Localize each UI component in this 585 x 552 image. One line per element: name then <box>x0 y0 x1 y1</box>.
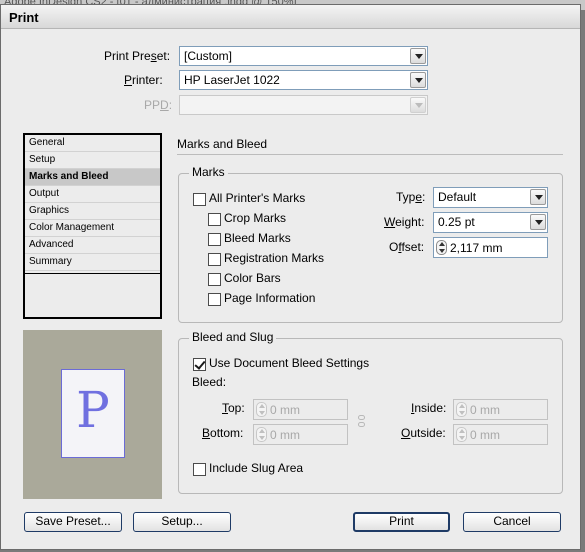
bleed-marks-label[interactable]: Bleed Marks <box>224 231 291 245</box>
registration-marks-checkbox[interactable] <box>208 253 221 266</box>
chevron-down-icon[interactable] <box>410 48 426 64</box>
category-item-color-management[interactable]: Color Management <box>25 220 160 237</box>
category-item-advanced[interactable]: Advanced <box>25 237 160 254</box>
mark-offset-value: 2,117 mm <box>450 241 503 255</box>
all-printers-marks-label[interactable]: All Printer's Marks <box>209 191 305 205</box>
include-slug-checkbox[interactable] <box>193 463 206 476</box>
bleed-outside-stepper <box>456 427 467 442</box>
all-printers-marks-checkbox[interactable] <box>193 193 206 206</box>
setup-button[interactable]: Setup... <box>133 512 231 532</box>
bleed-top-input: 0 mm <box>253 399 348 420</box>
bleed-inside-stepper <box>456 402 467 417</box>
offset-stepper[interactable] <box>436 240 447 255</box>
mark-type-dropdown[interactable]: Default <box>433 187 548 208</box>
bleed-inside-label: Inside: <box>411 401 447 415</box>
mark-weight-label: Weight: <box>384 215 425 229</box>
use-document-bleed-checkbox[interactable] <box>193 358 206 371</box>
bleed-bottom-input: 0 mm <box>253 424 348 445</box>
chevron-down-icon[interactable] <box>410 72 426 88</box>
preview-page: P <box>61 369 125 458</box>
bleed-top-label: Top: <box>222 401 245 415</box>
cancel-button[interactable]: Cancel <box>463 512 561 532</box>
category-list-divider <box>25 273 160 274</box>
section-divider <box>177 154 563 155</box>
color-bars-label[interactable]: Color Bars <box>224 271 281 285</box>
bleed-outside-label: Outside: <box>401 426 446 440</box>
page-information-checkbox[interactable] <box>208 293 221 306</box>
print-preset-label: Print Preset: <box>104 49 171 63</box>
category-list: General Setup Marks and Bleed Output Gra… <box>23 133 162 319</box>
color-bars-checkbox[interactable] <box>208 273 221 286</box>
chevron-down-icon[interactable] <box>530 189 546 205</box>
crop-marks-label[interactable]: Crop Marks <box>224 211 286 225</box>
bleed-outside-value: 0 mm <box>470 428 500 442</box>
page-preview: P <box>23 330 162 499</box>
registration-marks-label[interactable]: Registration Marks <box>224 251 324 265</box>
mark-weight-dropdown[interactable]: 0.25 pt <box>433 212 548 233</box>
bleed-top-value: 0 mm <box>270 403 300 417</box>
dialog-title: Print <box>9 10 39 25</box>
page-information-label[interactable]: Page Information <box>224 291 315 305</box>
printer-label: Printer: <box>124 73 163 87</box>
print-dialog: Print Print Preset: [Custom] Printer: HP… <box>0 4 581 550</box>
use-document-bleed-label[interactable]: Use Document Bleed Settings <box>209 356 369 370</box>
ppd-label: PPD: <box>144 98 173 112</box>
mark-offset-label: Offset: <box>389 240 425 254</box>
category-item-setup[interactable]: Setup <box>25 152 160 169</box>
bleed-bottom-label: Bottom: <box>202 426 244 440</box>
chain-link-icon <box>356 415 368 429</box>
section-title: Marks and Bleed <box>177 137 268 151</box>
dialog-titlebar[interactable]: Print <box>1 5 580 29</box>
bleed-marks-checkbox[interactable] <box>208 233 221 246</box>
include-slug-label[interactable]: Include Slug Area <box>209 461 303 475</box>
mark-weight-value: 0.25 pt <box>438 215 475 229</box>
ppd-dropdown <box>179 95 428 115</box>
save-preset-button[interactable]: Save Preset... <box>24 512 122 532</box>
printer-value: HP LaserJet 1022 <box>184 73 280 87</box>
crop-marks-checkbox[interactable] <box>208 213 221 226</box>
bleed-bottom-stepper <box>256 427 267 442</box>
print-button[interactable]: Print <box>353 512 450 532</box>
chevron-down-icon <box>410 97 426 113</box>
mark-type-value: Default <box>438 190 477 204</box>
mark-type-label: Type: <box>396 190 426 204</box>
print-preset-value: [Custom] <box>184 49 233 63</box>
bleed-outside-input: 0 mm <box>453 424 548 445</box>
bleed-slug-group-label: Bleed and Slug <box>189 330 277 344</box>
bleed-bottom-value: 0 mm <box>270 428 300 442</box>
preview-page-glyph: P <box>76 381 110 439</box>
print-preset-dropdown[interactable]: [Custom] <box>179 46 428 66</box>
category-item-marks-and-bleed[interactable]: Marks and Bleed <box>25 169 160 186</box>
mark-offset-input[interactable]: 2,117 mm <box>433 237 548 258</box>
chevron-down-icon[interactable] <box>530 214 546 230</box>
category-item-graphics[interactable]: Graphics <box>25 203 160 220</box>
bleed-top-stepper <box>256 402 267 417</box>
bleed-inside-input: 0 mm <box>453 399 548 420</box>
bleed-label: Bleed: <box>192 375 227 389</box>
category-item-output[interactable]: Output <box>25 186 160 203</box>
marks-group-label: Marks <box>189 165 228 179</box>
category-item-summary[interactable]: Summary <box>25 254 160 271</box>
printer-dropdown[interactable]: HP LaserJet 1022 <box>179 70 428 90</box>
category-item-general[interactable]: General <box>25 135 160 152</box>
bleed-inside-value: 0 mm <box>470 403 500 417</box>
